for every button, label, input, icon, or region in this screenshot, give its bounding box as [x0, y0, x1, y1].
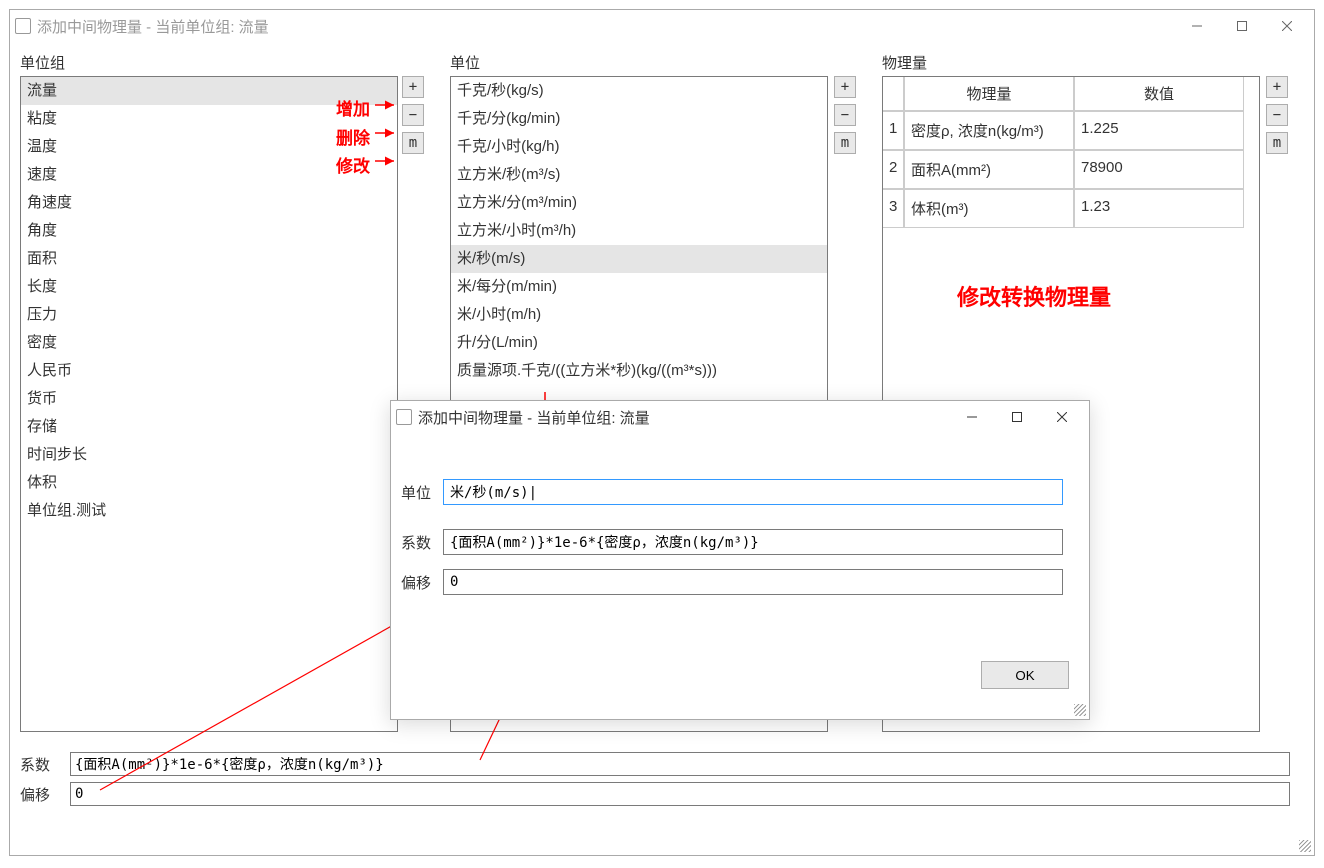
dialog-minimize-button[interactable] — [949, 403, 994, 431]
unit-group-item[interactable]: 单位组.测试 — [21, 497, 397, 525]
dialog-maximize-button[interactable] — [994, 403, 1039, 431]
unit-item[interactable]: 升/分(L/min) — [451, 329, 827, 357]
close-button[interactable] — [1264, 12, 1309, 40]
dialog-unit-row: 单位 — [401, 479, 1063, 505]
edit-dialog: 添加中间物理量 - 当前单位组: 流量 单位 系数 偏移 OK — [390, 400, 1090, 720]
unit-remove-button[interactable]: − — [834, 104, 856, 126]
unit-item[interactable]: 千克/分(kg/min) — [451, 105, 827, 133]
phy-table: 物理量 数值 1密度ρ, 浓度n(kg/m³)1.2252面积A(mm²)789… — [882, 76, 1246, 228]
th-phy: 物理量 — [904, 76, 1074, 111]
unit-group-item[interactable]: 长度 — [21, 273, 397, 301]
maximize-button[interactable] — [1219, 12, 1264, 40]
unit-group-item[interactable]: 面积 — [21, 245, 397, 273]
phy-buttons: + − m — [1266, 76, 1288, 154]
dialog-ok-button[interactable]: OK — [981, 661, 1069, 689]
dialog-resize-grip-icon[interactable] — [1074, 704, 1086, 716]
row-number: 1 — [882, 111, 904, 150]
unit-item[interactable]: 千克/秒(kg/s) — [451, 77, 827, 105]
unit-group-item[interactable]: 体积 — [21, 469, 397, 497]
coefficient-input[interactable] — [70, 752, 1290, 776]
app-icon — [15, 18, 31, 34]
main-titlebar: 添加中间物理量 - 当前单位组: 流量 — [10, 10, 1314, 42]
unit-item[interactable]: 千克/小时(kg/h) — [451, 133, 827, 161]
cell-phy-value[interactable]: 1.225 — [1074, 111, 1244, 150]
dialog-close-button[interactable] — [1039, 403, 1084, 431]
window-controls — [1174, 12, 1309, 40]
cell-phy-value[interactable]: 1.23 — [1074, 189, 1244, 228]
unit-item[interactable]: 立方米/分(m³/min) — [451, 189, 827, 217]
unit-group-buttons: + − m — [402, 76, 424, 154]
unit-item[interactable]: 立方米/秒(m³/s) — [451, 161, 827, 189]
dialog-unit-label: 单位 — [401, 482, 443, 503]
unit-group-item[interactable]: 压力 — [21, 301, 397, 329]
physical-qty-label: 物理量 — [882, 52, 927, 73]
unit-item[interactable]: 立方米/小时(m³/h) — [451, 217, 827, 245]
phy-modify-button[interactable]: m — [1266, 132, 1288, 154]
unit-add-button[interactable]: + — [834, 76, 856, 98]
dialog-offset-input[interactable] — [443, 569, 1063, 595]
row-number: 2 — [882, 150, 904, 189]
offset-label: 偏移 — [20, 784, 70, 805]
cell-phy-value[interactable]: 78900 — [1074, 150, 1244, 189]
row-number: 3 — [882, 189, 904, 228]
offset-input[interactable] — [70, 782, 1290, 806]
table-row[interactable]: 2面积A(mm²)78900 — [882, 150, 1246, 189]
dialog-offset-row: 偏移 — [401, 569, 1063, 595]
dialog-icon — [396, 409, 412, 425]
unit-item[interactable]: 质量源项.千克/((立方米*秒)(kg/((m³*s))) — [451, 357, 827, 385]
dialog-title: 添加中间物理量 - 当前单位组: 流量 — [418, 407, 949, 428]
window-title: 添加中间物理量 - 当前单位组: 流量 — [37, 16, 1174, 37]
coefficient-row: 系数 — [20, 752, 1290, 776]
offset-row: 偏移 — [20, 782, 1290, 806]
unit-group-item[interactable]: 角度 — [21, 217, 397, 245]
dialog-coef-label: 系数 — [401, 532, 443, 553]
unit-group-item[interactable]: 速度 — [21, 161, 397, 189]
unit-item[interactable]: 米/每分(m/min) — [451, 273, 827, 301]
cell-phy-name: 体积(m³) — [904, 189, 1074, 228]
cell-phy-name: 面积A(mm²) — [904, 150, 1074, 189]
phy-remove-button[interactable]: − — [1266, 104, 1288, 126]
phy-table-header: 物理量 数值 — [882, 76, 1246, 111]
unit-group-item[interactable]: 密度 — [21, 329, 397, 357]
table-row[interactable]: 3体积(m³)1.23 — [882, 189, 1246, 228]
dialog-coef-input[interactable] — [443, 529, 1063, 555]
minimize-button[interactable] — [1174, 12, 1219, 40]
unit-group-add-button[interactable]: + — [402, 76, 424, 98]
unit-group-item[interactable]: 存储 — [21, 413, 397, 441]
unit-group-item[interactable]: 时间步长 — [21, 441, 397, 469]
resize-grip-icon[interactable] — [1299, 840, 1311, 852]
th-value: 数值 — [1074, 76, 1244, 111]
dialog-offset-label: 偏移 — [401, 572, 443, 593]
dialog-unit-input[interactable] — [443, 479, 1063, 505]
coefficient-label: 系数 — [20, 754, 70, 775]
unit-item[interactable]: 米/小时(m/h) — [451, 301, 827, 329]
unit-group-modify-button[interactable]: m — [402, 132, 424, 154]
unit-group-item[interactable]: 流量 — [21, 77, 397, 105]
dialog-coef-row: 系数 — [401, 529, 1063, 555]
unit-group-listbox[interactable]: 流量粘度温度速度角速度角度面积长度压力密度人民币货币存储时间步长体积单位组.测试 — [20, 76, 398, 732]
phy-add-button[interactable]: + — [1266, 76, 1288, 98]
table-row[interactable]: 1密度ρ, 浓度n(kg/m³)1.225 — [882, 111, 1246, 150]
unit-group-item[interactable]: 人民币 — [21, 357, 397, 385]
dialog-titlebar: 添加中间物理量 - 当前单位组: 流量 — [391, 401, 1089, 433]
unit-group-item[interactable]: 温度 — [21, 133, 397, 161]
unit-group-remove-button[interactable]: − — [402, 104, 424, 126]
th-rownum — [882, 76, 904, 111]
unit-group-label: 单位组 — [20, 52, 65, 73]
unit-group-item[interactable]: 粘度 — [21, 105, 397, 133]
unit-group-item[interactable]: 角速度 — [21, 189, 397, 217]
dialog-window-controls — [949, 403, 1084, 431]
unit-label: 单位 — [450, 52, 480, 73]
cell-phy-name: 密度ρ, 浓度n(kg/m³) — [904, 111, 1074, 150]
unit-group-item[interactable]: 货币 — [21, 385, 397, 413]
unit-modify-button[interactable]: m — [834, 132, 856, 154]
unit-item[interactable]: 米/秒(m/s) — [451, 245, 827, 273]
unit-buttons: + − m — [834, 76, 856, 154]
